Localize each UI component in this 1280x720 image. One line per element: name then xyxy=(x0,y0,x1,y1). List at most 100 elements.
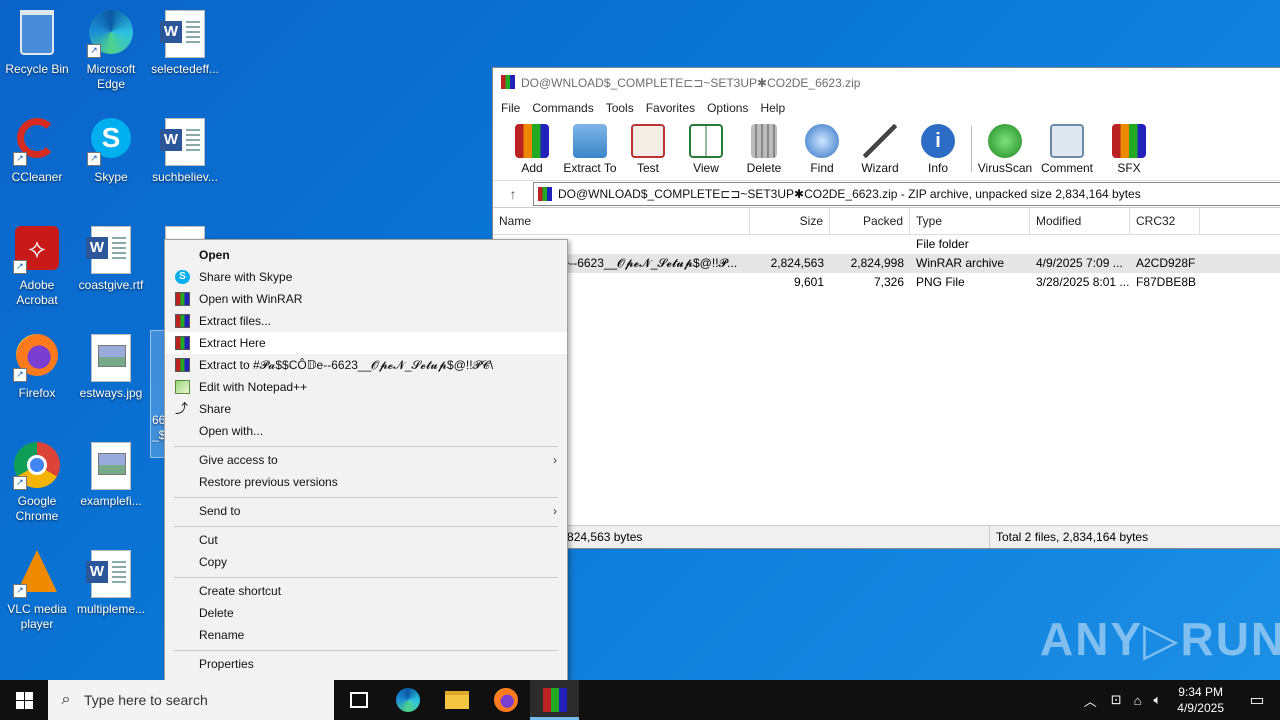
menu-item-properties[interactable]: Properties xyxy=(165,653,567,675)
menu-item-share-with-skype[interactable]: S Share with Skype xyxy=(165,266,567,288)
task-view-button[interactable] xyxy=(334,680,383,720)
acrobat-icon: ⟡ ↗ xyxy=(13,226,61,274)
taskbar-search[interactable]: ⌕ Type here to search xyxy=(48,680,334,720)
desktop-icon-label: multipleme... xyxy=(76,602,146,616)
path-bar: ↑ DO@WNLOAD$_COMPLETE⊏⊐~SET3UP✱CO2DE_662… xyxy=(493,181,1280,208)
desktop-icon-edge[interactable]: ↗ Microsoft Edge xyxy=(74,4,148,92)
taskbar-firefox[interactable] xyxy=(481,680,530,720)
firefox-icon: ↗ xyxy=(13,334,61,382)
status-bar: cted 1 file, 2,824,563 bytes Total 2 fil… xyxy=(493,525,1280,548)
desktop-icon-recycle-bin[interactable]: Recycle Bin xyxy=(0,4,74,77)
menu-item-extract-here[interactable]: Extract Here xyxy=(165,332,567,354)
volume-icon[interactable]: 🔈︎ xyxy=(1147,692,1167,708)
comment-button[interactable]: Comment xyxy=(1034,118,1100,180)
menu-tools[interactable]: Tools xyxy=(602,98,642,118)
extract-to-button[interactable]: Extract To xyxy=(561,118,619,180)
image-file-icon xyxy=(87,334,135,382)
menu-separator xyxy=(174,446,558,447)
wizard-button[interactable]: Wizard xyxy=(851,118,909,180)
desktop-icon-chrome[interactable]: ↗ Google Chrome xyxy=(0,436,74,524)
menu-item-delete[interactable]: Delete xyxy=(165,602,567,624)
menu-favorites[interactable]: Favorites xyxy=(642,98,703,118)
chevron-up-icon[interactable]: ︿ xyxy=(1076,691,1105,710)
delete-button[interactable]: Delete xyxy=(735,118,793,180)
table-row[interactable]: .. File folder xyxy=(493,235,1280,254)
desktop-icon-coastgive[interactable]: W coastgive.rtf xyxy=(74,220,148,293)
column-modified[interactable]: Modified xyxy=(1030,208,1130,234)
column-name[interactable]: Name xyxy=(493,208,750,234)
info-button[interactable]: i Info xyxy=(909,118,967,180)
notification-icon[interactable]: ▭ xyxy=(1234,690,1280,710)
column-type[interactable]: Type xyxy=(910,208,1030,234)
menu-item-restore-versions[interactable]: Restore previous versions xyxy=(165,471,567,493)
menu-options[interactable]: Options xyxy=(703,98,756,118)
desktop-icon-ccleaner[interactable]: ↗ CCleaner xyxy=(0,112,74,185)
view-button[interactable]: View xyxy=(677,118,735,180)
desktop-icon-multipleme[interactable]: W multipleme... xyxy=(74,544,148,617)
menu-item-edit-notepad[interactable]: Edit with Notepad++ xyxy=(165,376,567,398)
menu-commands[interactable]: Commands xyxy=(528,98,601,118)
window-title-bar[interactable]: DO@WNLOAD$_COMPLETE⊏⊐~SET3UP✱CO2DE_6623.… xyxy=(493,68,1280,98)
sfx-button[interactable]: SFX xyxy=(1100,118,1158,180)
desktop-icon-label: selectedeff... xyxy=(151,62,219,76)
desktop-icon-acrobat[interactable]: ⟡ ↗ Adobe Acrobat xyxy=(0,220,74,308)
winrar-window[interactable]: DO@WNLOAD$_COMPLETE⊏⊐~SET3UP✱CO2DE_6623.… xyxy=(492,67,1280,549)
find-button[interactable]: Find xyxy=(793,118,851,180)
menu-help[interactable]: Help xyxy=(756,98,793,118)
cell-type: File folder xyxy=(916,237,969,251)
edge-icon: ↗ xyxy=(87,10,135,58)
desktop-icon-skype[interactable]: S ↗ Skype xyxy=(74,112,148,185)
column-crc32[interactable]: CRC32 xyxy=(1130,208,1200,234)
table-row[interactable]: #𝓟𝓪$$CÔ𝔻e--6623__𝓞𝓹𝓮𝓝_𝓢𝓮𝓽𝓾𝓹$@!!𝓟... 2,82… xyxy=(493,254,1280,273)
cell-size: 2,824,563 xyxy=(770,256,824,270)
add-button[interactable]: Add xyxy=(503,118,561,180)
desktop-icon-firefox[interactable]: ↗ Firefox xyxy=(0,328,74,401)
recycle-bin-icon xyxy=(13,10,61,58)
cell-modified: 3/28/2025 8:01 ... xyxy=(1036,275,1130,289)
menu-item-open[interactable]: Open xyxy=(165,244,567,266)
desktop-icon-selectedeff[interactable]: W selectedeff... xyxy=(148,4,222,77)
menu-item-extract-to[interactable]: Extract to #𝓟𝓪$$CÔ𝔻e--6623__𝓞𝓹𝓮𝓝_𝓢𝓮𝓽𝓾𝓹$@… xyxy=(165,354,567,376)
path-text: DO@WNLOAD$_COMPLETE⊏⊐~SET3UP✱CO2DE_6623.… xyxy=(558,187,1141,201)
menu-separator xyxy=(174,650,558,651)
taskbar-winrar[interactable] xyxy=(530,680,579,720)
menu-item-open-with[interactable]: Open with... xyxy=(165,420,567,442)
menu-item-rename[interactable]: Rename xyxy=(165,624,567,646)
menu-item-extract-files[interactable]: Extract files... xyxy=(165,310,567,332)
clock[interactable]: 9:34 PM 4/9/2025 xyxy=(1167,684,1234,716)
taskbar-file-explorer[interactable] xyxy=(432,680,481,720)
menu-item-open-with-winrar[interactable]: Open with WinRAR xyxy=(165,288,567,310)
path-field[interactable]: DO@WNLOAD$_COMPLETE⊏⊐~SET3UP✱CO2DE_6623.… xyxy=(533,182,1280,206)
column-packed[interactable]: Packed xyxy=(830,208,910,234)
chevron-right-icon: › xyxy=(553,453,557,467)
desktop-icon-suchbeliev[interactable]: W suchbeliev... xyxy=(148,112,222,185)
menu-item-cut[interactable]: Cut xyxy=(165,529,567,551)
menu-item-share[interactable]: ⤴ Share xyxy=(165,398,567,420)
desktop-icon-estways[interactable]: estways.jpg xyxy=(74,328,148,401)
desktop-icon-vlc[interactable]: ↗ VLC media player xyxy=(0,544,74,632)
desktop-icon-examplefi[interactable]: examplefi... xyxy=(74,436,148,509)
menu-separator xyxy=(174,577,558,578)
up-arrow-icon[interactable]: ↑ xyxy=(493,186,533,202)
wifi-icon[interactable]: ⌂ xyxy=(1128,693,1148,708)
menu-file[interactable]: File xyxy=(497,98,528,118)
column-size[interactable]: Size xyxy=(750,208,830,234)
test-button[interactable]: Test xyxy=(619,118,677,180)
menu-item-send-to[interactable]: Send to › xyxy=(165,500,567,522)
table-row[interactable]: ....png 9,601 7,326 PNG File 3/28/2025 8… xyxy=(493,273,1280,292)
anyrun-watermark: ANY▷RUN xyxy=(1040,613,1280,665)
status-total: Total 2 files, 2,834,164 bytes xyxy=(989,526,1148,548)
share-icon: ⤴ xyxy=(175,401,189,416)
virusscan-button[interactable]: VirusScan xyxy=(976,118,1034,180)
menu-item-copy[interactable]: Copy xyxy=(165,551,567,573)
network-icon[interactable]: ⊡ xyxy=(1105,692,1128,708)
skype-icon: S xyxy=(175,270,190,284)
start-button[interactable] xyxy=(0,680,48,720)
column-headers: Name Size Packed Type Modified CRC32 xyxy=(493,208,1280,235)
taskbar-edge[interactable] xyxy=(383,680,432,720)
menu-item-create-shortcut[interactable]: Create shortcut xyxy=(165,580,567,602)
menu-item-give-access[interactable]: Give access to › xyxy=(165,449,567,471)
zip-icon xyxy=(538,187,552,201)
firefox-icon xyxy=(494,688,518,712)
toolbar-label: View xyxy=(693,161,719,175)
